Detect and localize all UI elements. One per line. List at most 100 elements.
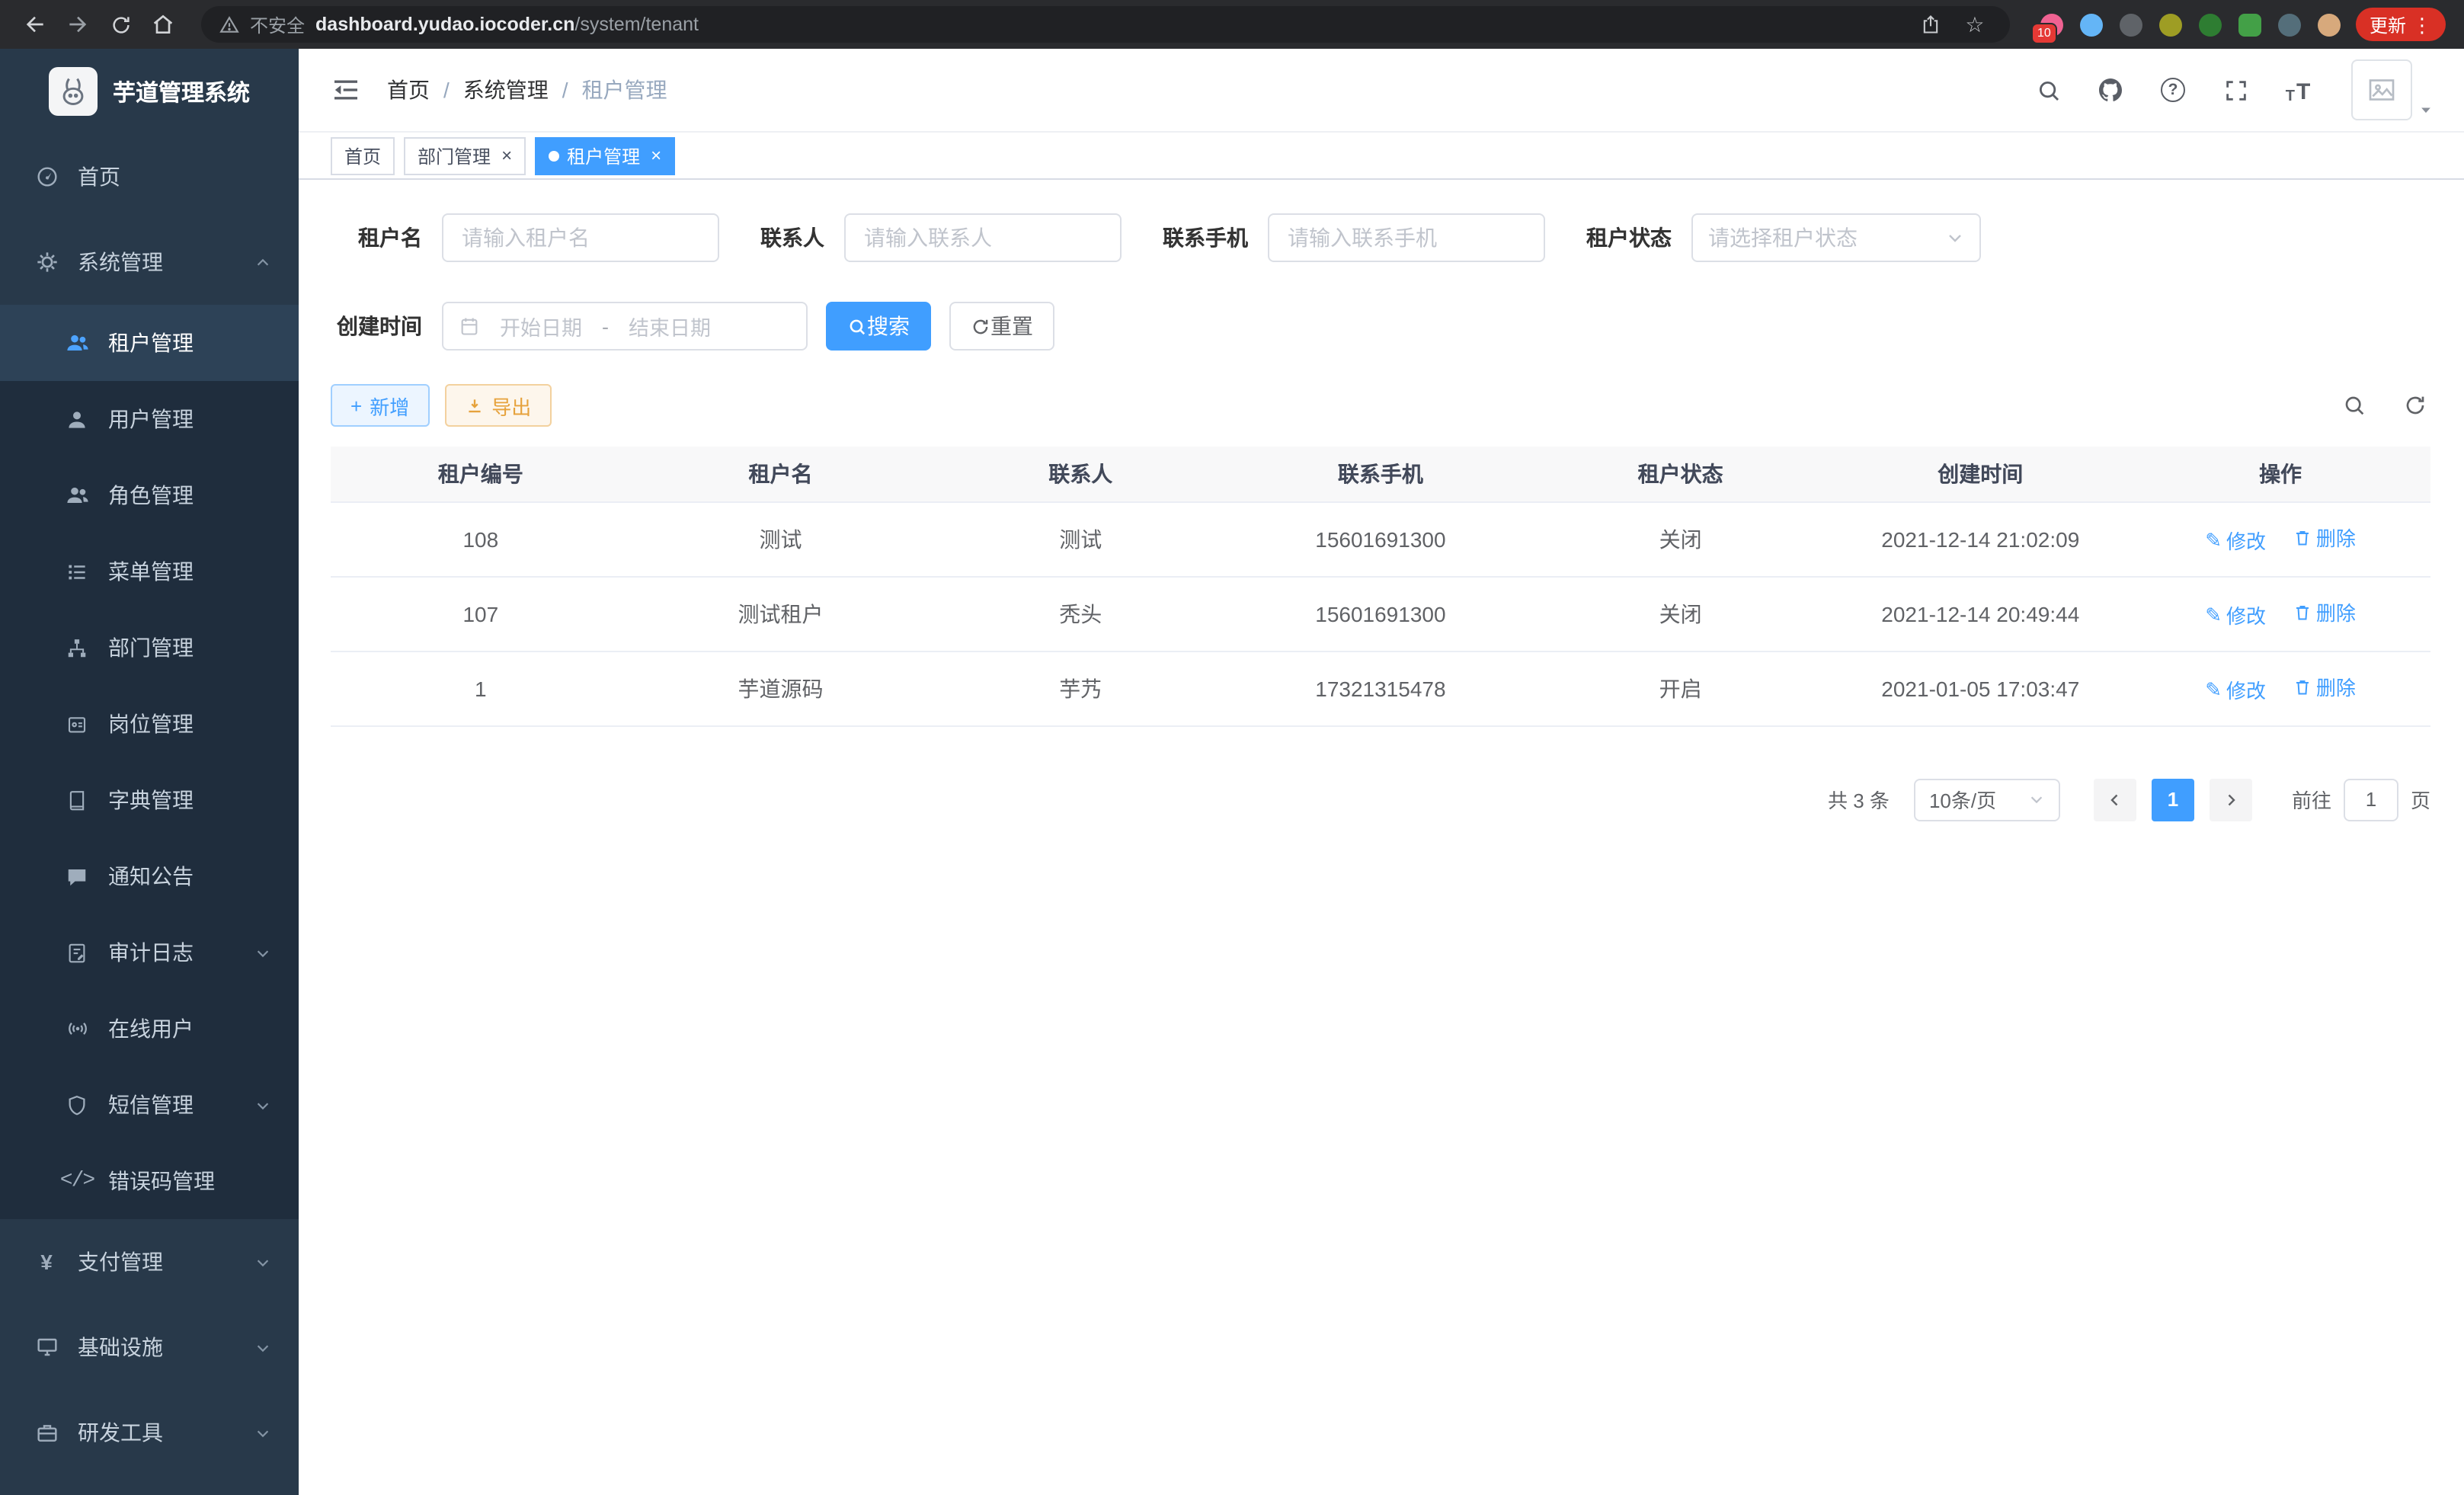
sidebar-item-audit-log[interactable]: 审计日志 (0, 914, 299, 991)
status-select[interactable]: 请选择租户状态 (1691, 213, 1981, 262)
monitor-icon (34, 1334, 59, 1360)
browser-profile-avatar[interactable] (2318, 13, 2341, 36)
cell-actions: ✎修改 删除 (2130, 576, 2430, 651)
sidebar-item-error-codes[interactable]: </> 错误码管理 (0, 1143, 299, 1219)
sidebar-item-label: 岗位管理 (108, 709, 194, 739)
reset-button[interactable]: 重置 (949, 302, 1054, 351)
bookmark-star-icon[interactable]: ☆ (1958, 8, 1992, 41)
date-range-picker[interactable]: 开始日期 - 结束日期 (442, 302, 808, 351)
edit-link[interactable]: ✎修改 (2205, 675, 2266, 704)
extension-icon[interactable]: 10 (2040, 13, 2063, 36)
search-button[interactable]: 搜索 (826, 302, 931, 351)
edit-link[interactable]: ✎修改 (2205, 600, 2266, 629)
user-avatar-menu[interactable] (2351, 59, 2434, 120)
breadcrumb-item[interactable]: 首页 (387, 75, 430, 105)
github-icon[interactable] (2095, 75, 2126, 105)
sidebar-item-home[interactable]: 首页 (0, 134, 299, 219)
search-icon[interactable] (2033, 75, 2063, 105)
sidebar-item-infrastructure[interactable]: 基础设施 (0, 1305, 299, 1390)
filter-create-time: 创建时间 开始日期 - 结束日期 (331, 302, 808, 351)
sidebar-item-payment[interactable]: ¥ 支付管理 (0, 1219, 299, 1305)
phone-input[interactable] (1268, 213, 1545, 262)
page-size-select[interactable]: 10条/页 (1914, 778, 2060, 821)
page-number-button[interactable]: 1 (2152, 778, 2194, 821)
tenant-name-input[interactable] (442, 213, 719, 262)
extension-icon[interactable] (2159, 13, 2182, 36)
filter-tenant-name: 租户名 (331, 213, 719, 262)
delete-link[interactable]: 删除 (2293, 523, 2356, 552)
sidebar-item-users[interactable]: 用户管理 (0, 381, 299, 457)
roles-icon (64, 482, 90, 508)
help-icon[interactable]: ? (2158, 75, 2188, 105)
delete-link[interactable]: 删除 (2293, 597, 2356, 626)
sidebar-item-label: 通知公告 (108, 861, 194, 892)
browser-reload-icon[interactable] (101, 5, 140, 44)
calendar-icon (459, 315, 480, 337)
browser-back-icon[interactable] (15, 5, 55, 44)
export-button[interactable]: 导出 (444, 384, 551, 427)
breadcrumb-item-current: 租户管理 (582, 75, 667, 105)
next-page-button[interactable] (2210, 778, 2252, 821)
sidebar-item-notice[interactable]: 通知公告 (0, 838, 299, 914)
sidebar-item-menus[interactable]: 菜单管理 (0, 533, 299, 610)
sidebar-item-sms[interactable]: 短信管理 (0, 1067, 299, 1143)
search-icon (847, 316, 867, 336)
sidebar-item-label: 租户管理 (108, 328, 194, 358)
add-button[interactable]: + 新增 (331, 384, 429, 427)
sidebar-item-tenant[interactable]: 租户管理 (0, 305, 299, 381)
filter-label: 租户名 (331, 222, 422, 253)
sidebar-item-departments[interactable]: 部门管理 (0, 610, 299, 686)
filter-label: 创建时间 (331, 311, 422, 341)
filter-status: 租户状态 请选择租户状态 (1586, 213, 1981, 262)
sidebar-item-label: 在线用户 (108, 1013, 194, 1044)
column-header: 操作 (2130, 447, 2430, 501)
user-icon (64, 406, 90, 432)
browser-forward-icon[interactable] (58, 5, 98, 44)
goto-page-input[interactable] (2344, 778, 2398, 821)
refresh-icon[interactable] (2400, 390, 2430, 421)
sidebar-item-posts[interactable]: 岗位管理 (0, 686, 299, 762)
browser-home-icon[interactable] (143, 5, 183, 44)
extension-badge: 10 (2031, 22, 2057, 43)
table-toolbar: + 新增 导出 (331, 384, 2430, 427)
sidebar-item-label: 字典管理 (108, 785, 194, 815)
address-bar[interactable]: 不安全 dashboard.yudao.iocoder.cn/system/te… (201, 6, 2010, 43)
id-badge-icon (64, 711, 90, 737)
sidebar-item-dev-tools[interactable]: 研发工具 (0, 1390, 299, 1475)
sidebar-item-online-users[interactable]: 在线用户 (0, 991, 299, 1067)
extension-icon[interactable] (2199, 13, 2222, 36)
tab-home[interactable]: 首页 (331, 136, 395, 174)
sidebar: 芋道管理系统 首页 系统管理 租户管理 (0, 49, 299, 1495)
sidebar-item-dict[interactable]: 字典管理 (0, 762, 299, 838)
puzzle-extensions-icon[interactable] (2278, 13, 2301, 36)
extension-icon[interactable] (2238, 13, 2261, 36)
filter-phone: 联系手机 (1163, 213, 1545, 262)
trash-icon (2293, 677, 2312, 696)
sidebar-item-system[interactable]: 系统管理 (0, 219, 299, 305)
sidebar-collapse-icon[interactable] (329, 73, 363, 107)
sidebar-logo[interactable]: 芋道管理系统 (0, 49, 299, 134)
extension-icon[interactable] (2080, 13, 2103, 36)
column-header: 联系人 (930, 447, 1230, 501)
share-icon[interactable] (1914, 8, 1947, 41)
tab-tenant-active[interactable]: 租户管理 × (535, 136, 675, 174)
column-header: 租户编号 (331, 447, 631, 501)
hide-search-icon[interactable] (2339, 390, 2370, 421)
close-icon[interactable]: × (651, 146, 661, 165)
delete-link[interactable]: 删除 (2293, 672, 2356, 701)
tab-department[interactable]: 部门管理 × (404, 136, 526, 174)
close-icon[interactable]: × (501, 146, 512, 165)
column-header: 创建时间 (1830, 447, 2130, 501)
fullscreen-icon[interactable] (2220, 75, 2251, 105)
font-size-icon[interactable]: TT (2283, 75, 2313, 105)
chevron-right-icon (2222, 790, 2240, 808)
contact-input[interactable] (844, 213, 1122, 262)
browser-update-button[interactable]: 更新 ⋮ (2356, 8, 2446, 41)
chevron-down-icon (254, 1253, 271, 1270)
sidebar-item-roles[interactable]: 角色管理 (0, 457, 299, 533)
breadcrumb-item[interactable]: 系统管理 (463, 75, 549, 105)
extension-icon[interactable] (2120, 13, 2142, 36)
chevron-down-icon (2028, 791, 2045, 808)
edit-link[interactable]: ✎修改 (2205, 526, 2266, 555)
prev-page-button[interactable] (2094, 778, 2136, 821)
